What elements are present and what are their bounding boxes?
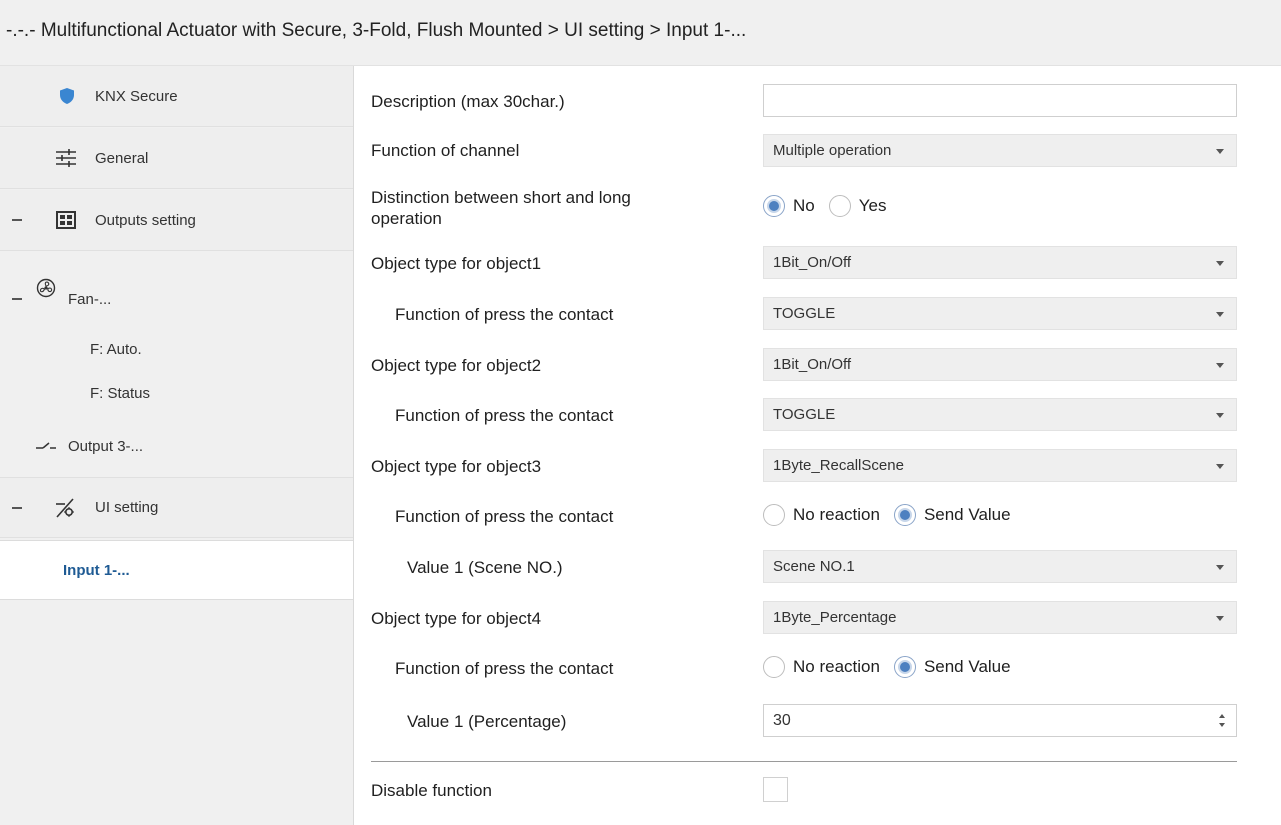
obj3-func-radio-group: No reaction Send Value bbox=[763, 504, 1025, 526]
sidebar-item-fan[interactable]: Fan-... bbox=[0, 271, 353, 327]
obj2-func-select[interactable]: TOGGLE bbox=[763, 398, 1237, 431]
sidebar-item-f-auto[interactable]: F: Auto. bbox=[0, 327, 353, 371]
radio-selected-icon[interactable] bbox=[763, 195, 785, 217]
radio-icon[interactable] bbox=[763, 504, 785, 526]
sidebar-item-label: F: Auto. bbox=[90, 340, 142, 358]
radio-option-no-reaction[interactable]: No reaction bbox=[763, 656, 880, 678]
spin-up-icon[interactable] bbox=[1219, 714, 1225, 718]
param-label: Description (max 30char.) bbox=[371, 92, 565, 111]
sidebar-item-label: General bbox=[95, 149, 149, 167]
shield-icon bbox=[56, 85, 78, 107]
param-label-cont: operation bbox=[371, 209, 442, 228]
obj1-func-select[interactable]: TOGGLE bbox=[763, 297, 1237, 330]
sidebar-item-ui-setting[interactable]: UI setting bbox=[0, 477, 353, 538]
select-value: 1Byte_Percentage bbox=[773, 609, 897, 626]
collapse-icon[interactable] bbox=[12, 506, 22, 509]
radio-selected-icon[interactable] bbox=[893, 656, 916, 678]
radio-option-send-value[interactable]: Send Value bbox=[893, 656, 1011, 678]
switch-icon bbox=[35, 435, 57, 457]
param-label: Value 1 (Percentage) bbox=[407, 712, 567, 731]
grid-icon bbox=[55, 209, 77, 231]
select-value: TOGGLE bbox=[773, 406, 836, 423]
radio-selected-icon[interactable] bbox=[893, 504, 916, 526]
collapse-icon[interactable] bbox=[12, 298, 22, 300]
select-value: TOGGLE bbox=[773, 305, 836, 322]
distinction-radio-group: No Yes bbox=[763, 195, 900, 217]
param-label: Object type for object4 bbox=[371, 609, 542, 628]
title-bar: -.-.- Multifunctional Actuator with Secu… bbox=[0, 0, 1281, 66]
select-value: Scene NO.1 bbox=[773, 558, 855, 575]
stepper-value: 30 bbox=[773, 712, 791, 729]
chevron-down-icon bbox=[1216, 464, 1224, 469]
sidebar-item-label: Output 3-... bbox=[68, 437, 144, 455]
sidebar-item-general[interactable]: General bbox=[0, 128, 353, 189]
radio-icon[interactable] bbox=[828, 195, 851, 217]
percentage-stepper[interactable]: 30 bbox=[763, 704, 1237, 737]
param-label: Function of press the contact bbox=[395, 659, 614, 678]
parameter-panel: Description (max 30char.) Function of ch… bbox=[355, 66, 1281, 825]
chevron-down-icon bbox=[1216, 413, 1224, 418]
chevron-down-icon bbox=[1216, 149, 1224, 154]
select-value: 1Bit_On/Off bbox=[773, 254, 852, 271]
sidebar: KNX Secure General Outputs setting Fan-.… bbox=[0, 66, 354, 825]
sidebar-item-output-3[interactable]: Output 3-... bbox=[0, 421, 353, 471]
radio-option-yes[interactable]: Yes bbox=[828, 195, 886, 217]
chevron-down-icon bbox=[1216, 565, 1224, 570]
obj2-type-select[interactable]: 1Bit_On/Off bbox=[763, 348, 1237, 381]
obj3-value-select[interactable]: Scene NO.1 bbox=[763, 550, 1237, 583]
sidebar-item-knx-secure[interactable]: KNX Secure bbox=[0, 66, 353, 127]
chevron-down-icon bbox=[1216, 363, 1224, 368]
obj3-type-select[interactable]: 1Byte_RecallScene bbox=[763, 449, 1237, 482]
param-label: Object type for object1 bbox=[371, 254, 542, 273]
sidebar-item-outputs-setting[interactable]: Outputs setting bbox=[0, 190, 353, 251]
fan-icon bbox=[35, 277, 57, 299]
sidebar-item-label: Fan-... bbox=[68, 290, 112, 308]
radio-icon[interactable] bbox=[763, 656, 785, 678]
chevron-down-icon bbox=[1216, 312, 1224, 317]
param-label: Function of press the contact bbox=[395, 305, 614, 324]
select-value: Multiple operation bbox=[773, 142, 892, 159]
radio-option-no-reaction[interactable]: No reaction bbox=[763, 504, 880, 526]
select-value: 1Byte_RecallScene bbox=[773, 457, 904, 474]
param-label: Function of channel bbox=[371, 141, 520, 160]
description-input[interactable] bbox=[763, 84, 1237, 117]
radio-option-no[interactable]: No bbox=[763, 195, 815, 217]
param-label: Object type for object3 bbox=[371, 457, 542, 476]
window-title: -.-.- Multifunctional Actuator with Secu… bbox=[6, 20, 747, 41]
param-label: Value 1 (Scene NO.) bbox=[407, 558, 563, 577]
disable-function-checkbox[interactable] bbox=[763, 777, 788, 802]
function-channel-select[interactable]: Multiple operation bbox=[763, 134, 1237, 167]
sidebar-item-label: UI setting bbox=[95, 499, 159, 516]
sidebar-item-input-1[interactable]: Input 1-... bbox=[0, 540, 353, 600]
chevron-down-icon bbox=[1216, 261, 1224, 266]
sidebar-item-f-status[interactable]: F: Status bbox=[0, 371, 353, 415]
sidebar-item-label: Input 1-... bbox=[63, 561, 130, 579]
ui-setting-icon bbox=[55, 497, 77, 519]
param-label: Function of press the contact bbox=[395, 507, 614, 526]
param-label: Distinction between short and long bbox=[371, 188, 631, 207]
sliders-icon bbox=[55, 147, 77, 169]
sidebar-item-label: KNX Secure bbox=[95, 87, 178, 105]
spin-down-icon[interactable] bbox=[1219, 723, 1225, 727]
sidebar-item-label: Outputs setting bbox=[95, 211, 196, 229]
obj4-func-radio-group: No reaction Send Value bbox=[763, 656, 1025, 678]
param-label: Object type for object2 bbox=[371, 356, 542, 375]
chevron-down-icon bbox=[1216, 616, 1224, 621]
select-value: 1Bit_On/Off bbox=[773, 356, 852, 373]
param-label: Disable function bbox=[371, 781, 492, 800]
obj4-type-select[interactable]: 1Byte_Percentage bbox=[763, 601, 1237, 634]
obj1-type-select[interactable]: 1Bit_On/Off bbox=[763, 246, 1237, 279]
divider bbox=[371, 761, 1237, 762]
radio-option-send-value[interactable]: Send Value bbox=[893, 504, 1011, 526]
collapse-icon[interactable] bbox=[12, 219, 22, 221]
sidebar-item-label: F: Status bbox=[90, 384, 151, 402]
param-label: Function of press the contact bbox=[395, 406, 614, 425]
